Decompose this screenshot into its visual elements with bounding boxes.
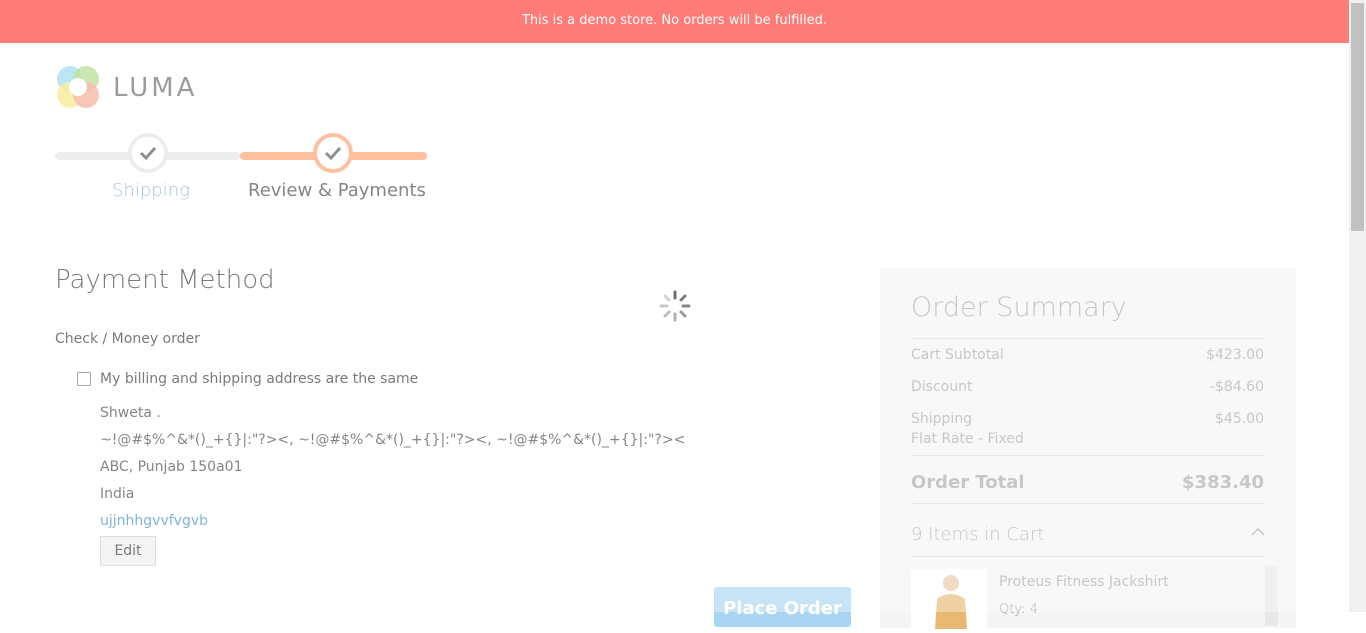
product-name: Proteus Fitness Jackshirt (999, 574, 1169, 590)
shipping-label: Shipping (911, 411, 973, 427)
page-title: Payment Method (55, 265, 275, 295)
billing-name: Shweta . (100, 405, 161, 421)
summary-divider (911, 455, 1264, 456)
summary-divider (911, 503, 1264, 504)
same-address-label[interactable]: My billing and shipping address are the … (100, 371, 418, 387)
loading-spinner-icon (659, 290, 691, 322)
billing-country: India (100, 486, 135, 502)
step-shipping-label[interactable]: Shipping (112, 180, 190, 201)
billing-street: ~!@#$%^&*()_+{}|:"?><, ~!@#$%^&*()_+{}|:… (100, 432, 686, 448)
payment-method-label: Check / Money order (55, 331, 200, 347)
store-logo[interactable]: LUMA (55, 64, 205, 110)
billing-phone-link[interactable]: ujjnhhgvvfvgvb (100, 513, 208, 529)
luma-logo-icon (57, 66, 99, 108)
product-image-icon (935, 575, 967, 629)
billing-city-line: ABC, Punjab 150a01 (100, 459, 243, 475)
edit-address-button[interactable]: Edit (100, 536, 156, 566)
shipping-method-label: Flat Rate - Fixed (911, 431, 1024, 447)
page-scrollbar-thumb[interactable] (1351, 3, 1364, 231)
place-order-button[interactable]: Place Order (714, 587, 851, 627)
summary-divider (911, 338, 1264, 339)
shipping-value: $45.00 (1215, 411, 1264, 427)
product-thumbnail[interactable] (911, 569, 987, 629)
discount-value: -$84.60 (1209, 379, 1264, 395)
demo-store-notice: This is a demo store. No orders will be … (0, 0, 1349, 43)
check-icon (139, 146, 157, 161)
chevron-up-icon[interactable] (1251, 527, 1265, 537)
summary-divider (911, 556, 1264, 557)
subtotal-value: $423.00 (1206, 347, 1264, 363)
order-total-label: Order Total (911, 472, 1025, 493)
step-review-label: Review & Payments (248, 180, 426, 201)
same-address-checkbox[interactable] (77, 372, 91, 386)
subtotal-label: Cart Subtotal (911, 347, 1004, 363)
same-address-option[interactable]: My billing and shipping address are the … (77, 371, 418, 387)
cart-items-scrollbar[interactable] (1265, 566, 1278, 626)
check-icon (324, 146, 342, 161)
order-summary-title: Order Summary (911, 292, 1127, 323)
discount-label: Discount (911, 379, 973, 395)
product-qty: Qty: 4 (999, 602, 1038, 617)
brand-name: LUMA (113, 73, 198, 103)
items-in-cart-toggle[interactable]: 9 Items in Cart (911, 524, 1044, 545)
order-total-value: $383.40 (1182, 472, 1264, 493)
